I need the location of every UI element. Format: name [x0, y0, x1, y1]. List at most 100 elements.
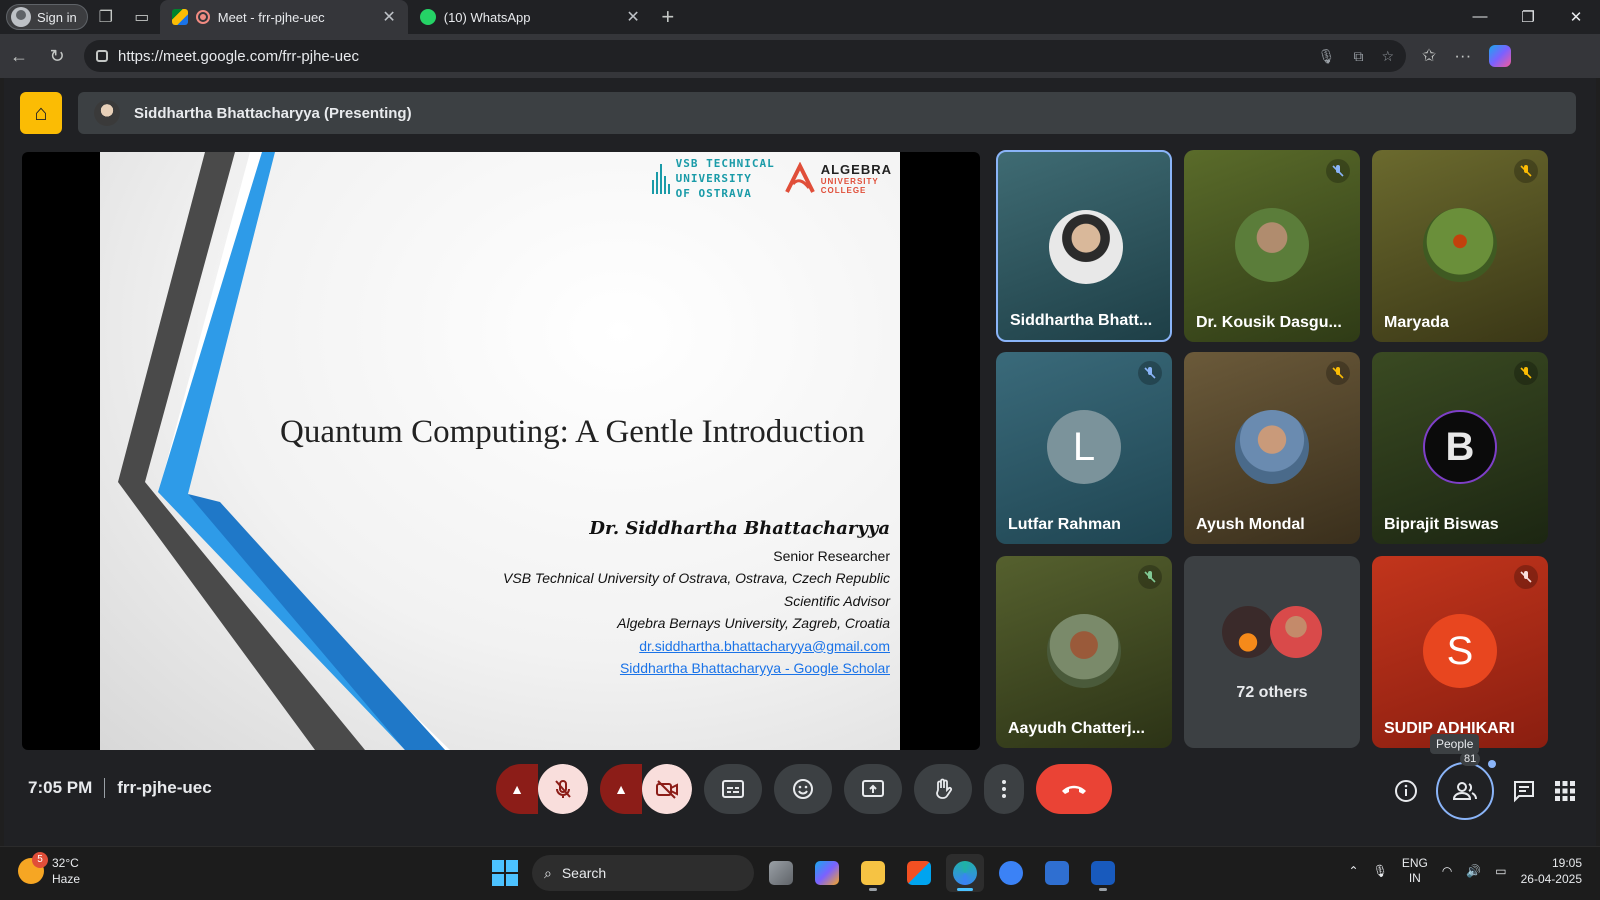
word-button[interactable] — [1084, 854, 1122, 892]
tab-actions-icon[interactable]: ▭ — [124, 0, 160, 34]
algebra-sub: UNIVERSITY — [820, 177, 879, 186]
close-tab-icon[interactable]: ✕ — [626, 7, 639, 27]
participant-tile[interactable]: Maryada — [1372, 150, 1548, 342]
cast-icon[interactable]: ⧉ — [1353, 48, 1363, 65]
tab-meet[interactable]: Meet - frr-pjhe-uec ✕ — [159, 0, 408, 34]
participant-avatar — [1270, 606, 1322, 658]
mic-off-icon — [1514, 565, 1538, 589]
notification-dot — [1488, 760, 1496, 768]
close-window-icon[interactable]: ✕ — [1552, 8, 1600, 26]
back-icon[interactable]: ← — [0, 46, 38, 67]
help-button[interactable] — [992, 854, 1030, 892]
copilot-icon[interactable] — [1489, 45, 1512, 67]
reload-icon[interactable]: ↻ — [38, 46, 76, 67]
more-options-button[interactable] — [984, 764, 1024, 814]
vsb-line: UNIVERSITY — [675, 172, 752, 185]
slide-affiliation: VSB Technical University of Ostrava, Ost… — [503, 570, 890, 587]
battery-icon[interactable]: ▭ — [1495, 864, 1506, 878]
mic-icon[interactable]: 🎙 — [1318, 48, 1336, 65]
chevron-up-icon[interactable]: ▲ — [496, 764, 538, 814]
language-indicator[interactable]: ENG IN — [1402, 856, 1428, 886]
participant-tile[interactable]: Dr. Kousik Dasgu... — [1184, 150, 1360, 342]
companion-door-icon[interactable]: ⌂ — [20, 92, 62, 134]
participant-tile[interactable]: Siddhartha Bhatt... — [996, 150, 1172, 342]
copilot-icon — [815, 861, 839, 885]
minimize-icon[interactable]: — — [1456, 8, 1504, 26]
store-button[interactable] — [900, 854, 938, 892]
chevron-up-icon[interactable]: ⌃ — [1349, 864, 1359, 878]
slide-role: Scientific Advisor — [783, 592, 890, 609]
presenter-bar[interactable]: Siddhartha Bhattacharyya (Presenting) — [78, 92, 1576, 134]
url-field[interactable]: https://meet.google.com/frr-pjhe-uec 🎙 ⧉… — [84, 40, 1406, 72]
browser-tab-bar: Sign in ❐ ▭ Meet - frr-pjhe-uec ✕ (10) W… — [0, 0, 1600, 34]
windows-logo-icon — [492, 860, 518, 886]
participant-tile[interactable]: L Lutfar Rahman — [996, 352, 1172, 544]
slide-affiliation: Algebra Bernays University, Zagreb, Croa… — [617, 615, 890, 632]
file-explorer-button[interactable] — [854, 854, 892, 892]
weather-widget[interactable]: 5 32°C Haze — [18, 852, 81, 887]
microphone-icon[interactable]: 🎙 — [1373, 864, 1388, 878]
slide-logos: VSB TECHNICAL UNIVERSITY OF OSTRAVA ALGEBRA… — [651, 156, 892, 201]
leave-call-button[interactable] — [1036, 764, 1112, 814]
more-vert-icon — [1002, 780, 1006, 798]
weather-desc: Haze — [52, 872, 81, 886]
mic-off-icon — [555, 780, 571, 798]
task-view-button[interactable] — [762, 854, 800, 892]
start-button[interactable] — [486, 854, 524, 892]
weather-badge: 5 — [32, 852, 48, 868]
tab-title: Meet - frr-pjhe-uec — [217, 9, 325, 25]
people-tooltip: People — [1430, 734, 1480, 754]
participant-avatar — [1047, 614, 1121, 688]
captions-button[interactable] — [704, 764, 762, 814]
windows-taskbar: 5 32°C Haze ⌕ Search ⌃ 🎙 ENG IN ◠ 🔊 ▭ 19… — [0, 846, 1600, 900]
participant-avatar — [1049, 210, 1123, 284]
camera-off-icon — [656, 780, 678, 799]
present-button[interactable] — [844, 764, 902, 814]
info-icon[interactable] — [1394, 779, 1418, 803]
reactions-button[interactable] — [774, 764, 832, 814]
participant-tile[interactable]: S SUDIP ADHIKARI — [1372, 556, 1548, 748]
side-controls: People 81 — [1394, 734, 1576, 820]
favorites-icon[interactable]: ✩ — [1422, 46, 1436, 66]
lock-icon[interactable] — [96, 50, 108, 62]
new-tab-button[interactable]: + — [652, 4, 684, 30]
slide-scholar-link[interactable]: Siddhartha Bhattacharyya - Google Schola… — [503, 657, 890, 679]
restore-icon[interactable]: ❐ — [1504, 8, 1552, 26]
weather-icon: 5 — [18, 852, 48, 884]
meeting-code: frr-pjhe-uec — [117, 778, 212, 797]
chevron-up-icon[interactable]: ▲ — [600, 764, 642, 814]
tab-whatsapp[interactable]: (10) WhatsApp ✕ — [408, 0, 652, 34]
activities-grid-icon[interactable] — [1554, 780, 1576, 802]
participant-tile[interactable]: B Biprajit Biswas — [1372, 352, 1548, 544]
clock[interactable]: 19:05 26-04-2025 — [1521, 855, 1582, 887]
raise-hand-button[interactable] — [914, 764, 972, 814]
present-screen-icon — [862, 780, 884, 797]
copilot-taskbar-button[interactable] — [808, 854, 846, 892]
mylio-icon — [1045, 861, 1069, 885]
workspaces-icon[interactable]: ❐ — [88, 0, 124, 34]
edge-button[interactable] — [946, 854, 984, 892]
participant-name: Biprajit Biswas — [1384, 516, 1499, 533]
lang-region: IN — [1408, 871, 1421, 885]
volume-icon[interactable]: 🔊 — [1466, 864, 1481, 878]
more-icon[interactable]: ··· — [1454, 46, 1471, 66]
sign-in-button[interactable]: Sign in — [6, 4, 88, 30]
star-icon[interactable]: ☆ — [1381, 48, 1394, 65]
chat-icon[interactable] — [1512, 779, 1536, 803]
wifi-icon[interactable]: ◠ — [1442, 864, 1452, 878]
mylio-button[interactable] — [1038, 854, 1076, 892]
hand-icon — [936, 778, 953, 799]
slide-email-link[interactable]: dr.siddhartha.bhattacharyya@gmail.com — [503, 635, 890, 657]
others-tile[interactable]: 72 others — [1184, 556, 1360, 748]
camera-toggle-button[interactable] — [642, 764, 692, 814]
close-tab-icon[interactable]: ✕ — [382, 7, 395, 27]
participant-tile[interactable]: Ayush Mondal — [1184, 352, 1360, 544]
people-button[interactable]: People 81 — [1430, 734, 1496, 820]
taskbar-search[interactable]: ⌕ Search — [532, 855, 754, 891]
address-bar-row: ← ↻ https://meet.google.com/frr-pjhe-uec… — [0, 34, 1600, 78]
participant-tile[interactable]: Aayudh Chatterj... — [996, 556, 1172, 748]
participant-name: Aayudh Chatterj... — [1008, 720, 1145, 737]
taskbar-apps: ⌕ Search — [486, 854, 1122, 892]
others-count: 72 others — [1236, 684, 1308, 701]
mic-toggle-button[interactable] — [538, 764, 588, 814]
